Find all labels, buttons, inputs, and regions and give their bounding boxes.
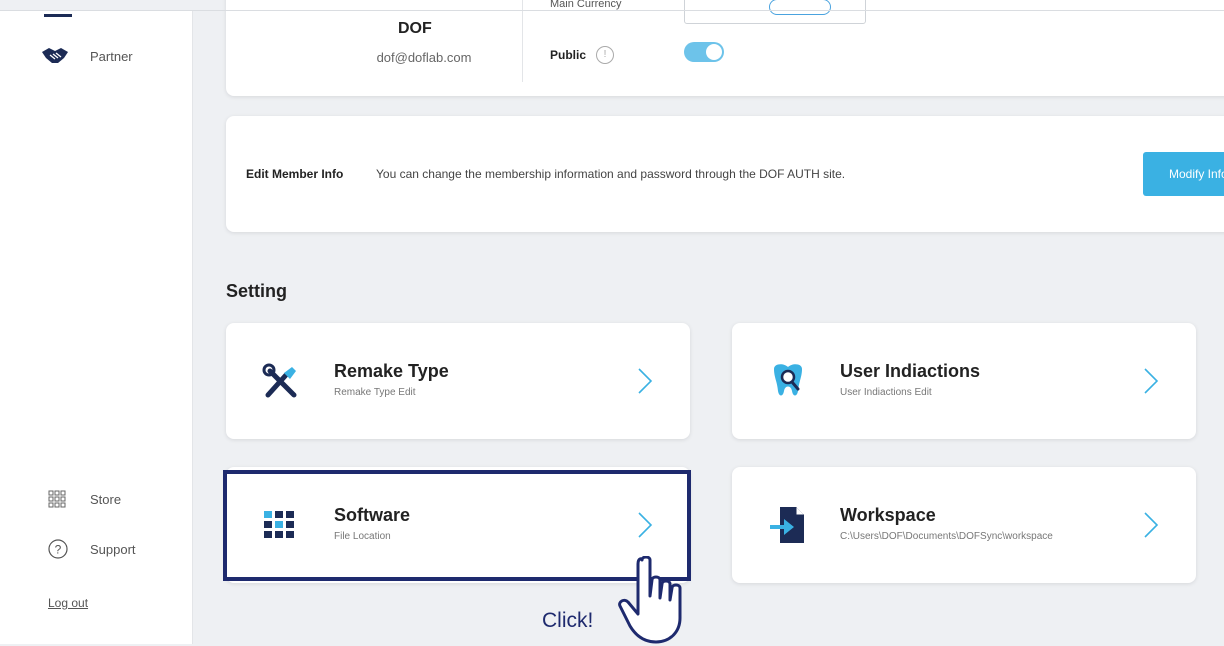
public-label: Public ! [550, 46, 615, 64]
public-toggle[interactable] [684, 42, 724, 62]
chevron-right-icon [1144, 512, 1159, 538]
pointer-hand-icon [618, 556, 682, 644]
chevron-right-icon [638, 368, 653, 394]
tooth-search-icon [768, 361, 808, 401]
member-info-card: Edit Member Info You can change the memb… [226, 116, 1224, 232]
sidebar-item-support[interactable]: ? Support [48, 539, 136, 559]
public-label-text: Public [550, 48, 587, 62]
sidebar-item-label: Support [90, 541, 136, 557]
logout-link[interactable]: Log out [48, 596, 88, 610]
chevron-right-icon [1144, 368, 1159, 394]
sidebar-item-store[interactable]: Store [48, 490, 121, 508]
tools-icon [262, 361, 302, 401]
profile-card: DOF dof@doflab.com Main Currency Public … [226, 0, 1224, 96]
setting-section-title: Setting [226, 281, 287, 301]
card-subtitle: Remake Type Edit [334, 387, 416, 398]
currency-selector[interactable] [684, 0, 866, 24]
member-info-description: You can change the membership informatio… [376, 167, 846, 181]
profile-email: dof@doflab.com [376, 50, 472, 65]
divider [522, 0, 523, 82]
sidebar-item-label: Store [90, 491, 122, 507]
card-subtitle: C:\Users\DOF\Documents\DOFSync\workspace [840, 531, 1053, 542]
sidebar-item-label: Partner [90, 48, 133, 64]
toggle-knob [706, 44, 722, 60]
info-icon[interactable]: ! [596, 46, 615, 64]
apps-grid-icon [48, 490, 80, 508]
setting-card-workspace[interactable]: Workspace C:\Users\DOF\Documents\DOFSync… [732, 467, 1196, 583]
currency-label: Main Currency [550, 0, 622, 10]
help-icon: ? [48, 539, 80, 559]
card-title: User Indiactions [840, 361, 981, 381]
handshake-icon [40, 46, 72, 66]
top-divider [0, 10, 1224, 11]
setting-card-remake-type[interactable]: Remake Type Remake Type Edit [226, 323, 690, 439]
card-subtitle: User Indiactions Edit [840, 387, 932, 398]
sidebar: Partner Store ? Support Log out [0, 10, 193, 644]
modify-info-button[interactable]: Modify Info [1143, 152, 1224, 196]
card-title: Workspace [840, 505, 936, 525]
currency-pill [769, 0, 831, 15]
setting-card-user-indications[interactable]: User Indiactions User Indiactions Edit [732, 323, 1196, 439]
file-import-icon [768, 505, 808, 545]
member-info-title: Edit Member Info [246, 167, 344, 181]
sidebar-item-partner[interactable]: Partner [40, 46, 133, 66]
svg-text:?: ? [55, 543, 62, 557]
card-title: Remake Type [334, 361, 449, 381]
profile-name: DOF [398, 20, 432, 37]
click-annotation: Click! [542, 609, 594, 632]
